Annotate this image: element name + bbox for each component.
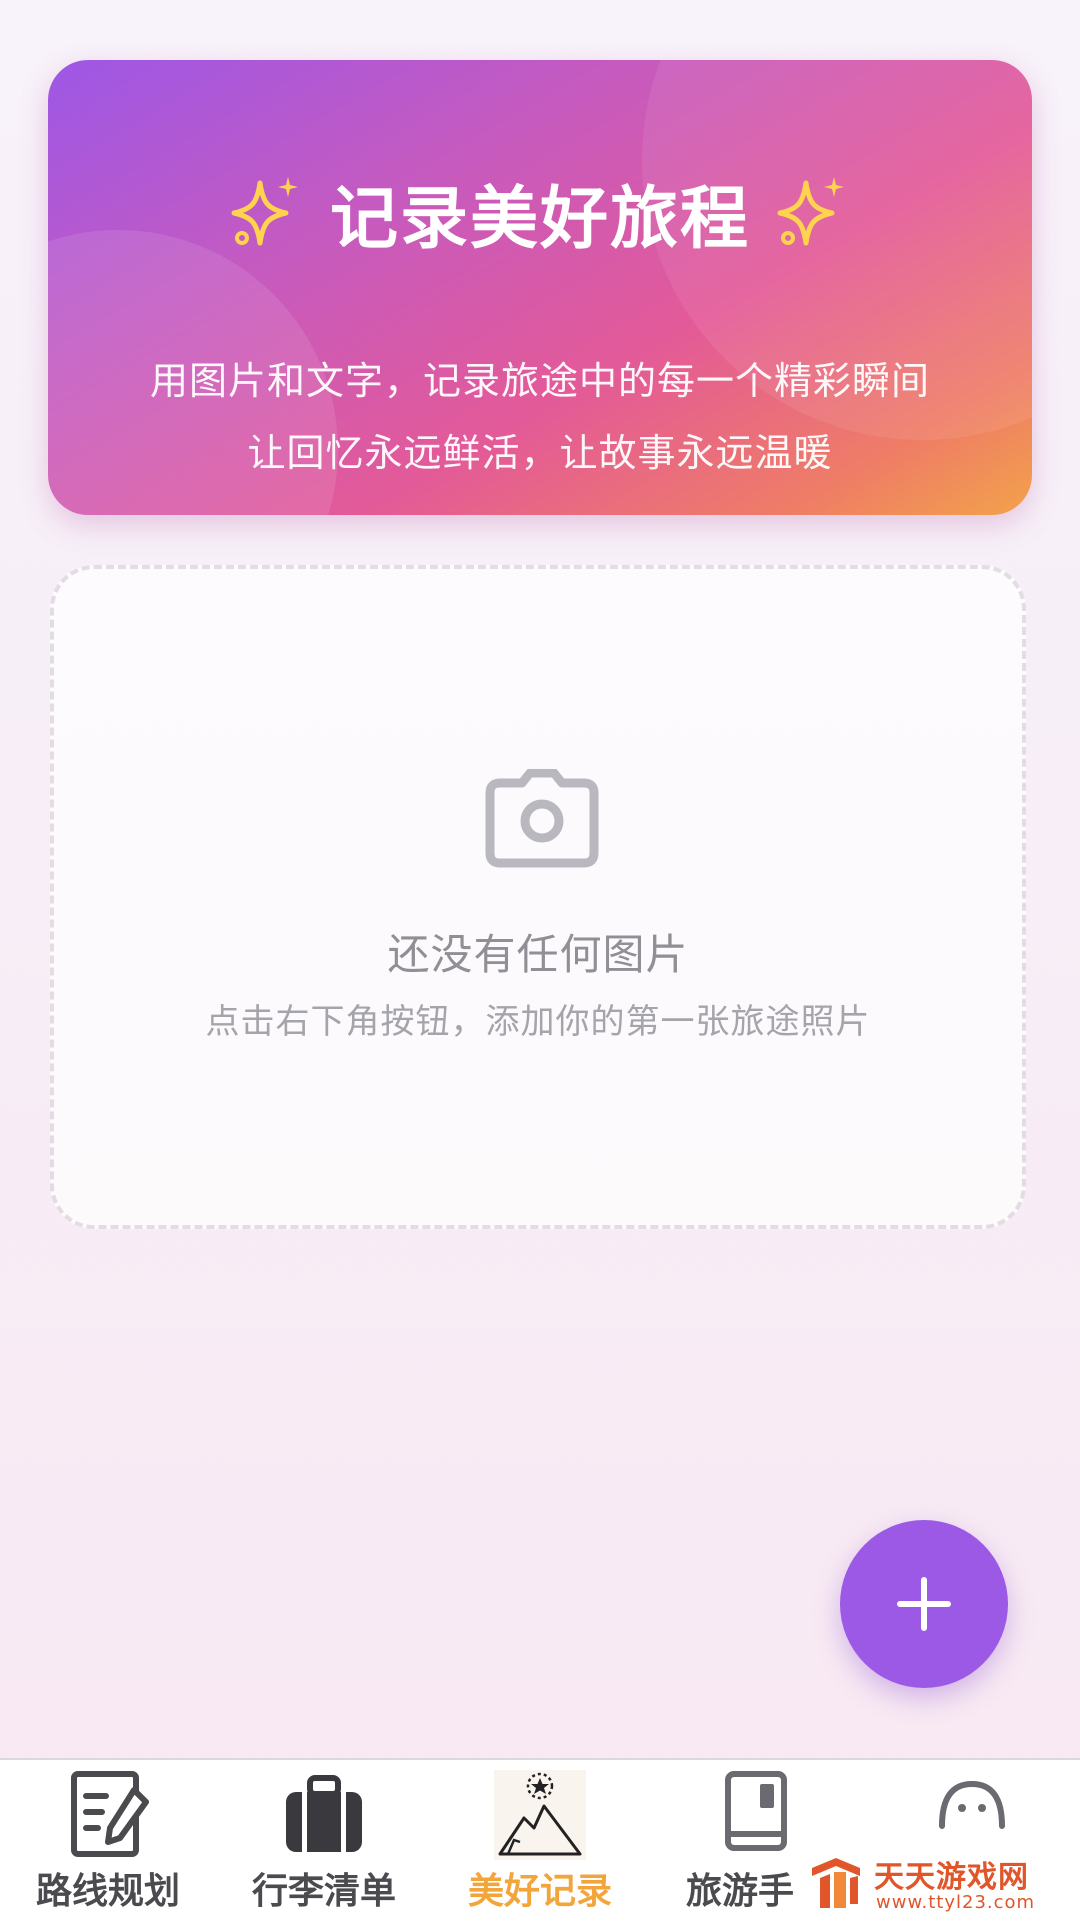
plus-icon — [897, 1577, 951, 1631]
chat-bot-icon — [939, 1780, 1005, 1829]
tab-memories[interactable]: 美好记录 — [432, 1760, 648, 1922]
watermark-text: 天天游戏网 — [874, 1860, 1029, 1895]
watermark: 天天游戏网 www.ttyl23.com — [806, 1850, 1074, 1916]
hero-subtitle-line1: 用图片和文字，记录旅途中的每一个精彩瞬间 — [149, 359, 930, 403]
watermark-logo-icon — [812, 1858, 860, 1908]
luggage-icon — [286, 1775, 362, 1852]
tab-luggage-list[interactable]: 行李清单 — [216, 1760, 432, 1922]
watermark-url: www.ttyl23.com — [876, 1892, 1036, 1913]
hero-banner: 记录美好旅程 用图片和文字，记录旅途中的每一个精彩瞬间 让回忆永远鲜活，让故事永… — [48, 60, 1032, 515]
hero-subtitle-line2: 让回忆永远鲜活，让故事永远温暖 — [247, 431, 833, 475]
sparkle-icon — [231, 177, 298, 246]
tab-label: 路线规划 — [35, 1871, 180, 1912]
empty-state-title: 还没有任何图片 — [387, 930, 689, 979]
add-photo-button[interactable] — [840, 1520, 1008, 1688]
camera-icon — [485, 769, 599, 868]
guide-book-icon — [725, 1771, 787, 1851]
sparkle-icon — [777, 177, 844, 246]
hero-title-row: 记录美好旅程 — [48, 160, 1032, 264]
route-plan-icon — [71, 1771, 149, 1857]
tab-label: 美好记录 — [467, 1871, 612, 1912]
hero-title: 记录美好旅程 — [329, 179, 750, 259]
tab-label: 行李清单 — [251, 1871, 396, 1912]
bottom-tab-bar: 路线规划 行李清单 美好记录 旅游手 天天游戏网 www.ttyl23.com — [0, 1758, 1080, 1922]
empty-photo-card: 还没有任何图片 点击右下角按钮，添加你的第一张旅途照片 — [50, 565, 1026, 1229]
mountain-star-icon — [494, 1770, 586, 1860]
empty-state-hint: 点击右下角按钮，添加你的第一张旅途照片 — [205, 1002, 871, 1042]
tab-route-plan[interactable]: 路线规划 — [0, 1760, 216, 1922]
